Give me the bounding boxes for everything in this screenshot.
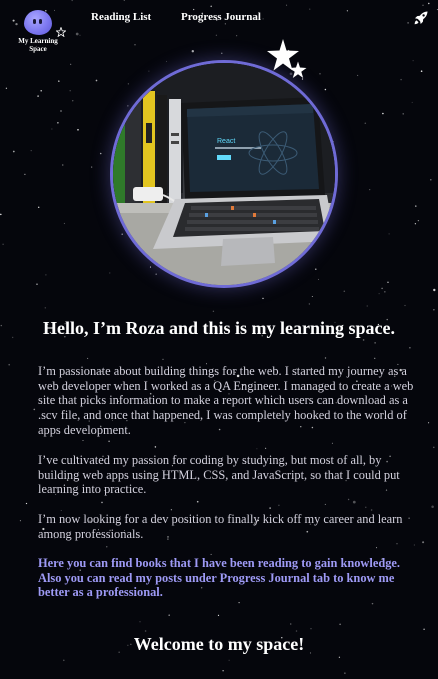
logo-mascot-icon [24,10,52,35]
laptop-photo: React [113,63,335,285]
logo[interactable]: My Learning Space [16,10,66,53]
page-greeting: Hello, I’m Roza and this is my learning … [42,318,395,338]
nav-link-progress-journal[interactable]: Progress Journal [181,11,261,23]
welcome-heading: Welcome to my space! [133,634,305,654]
logo-text: My Learning Space [18,37,58,53]
career-paragraph: I’m now looking for a dev position to fi… [38,512,403,541]
page: My Learning Space Reading List Progress … [0,0,438,679]
screen-title: React [217,138,235,145]
sparkle-star-icon [289,61,307,78]
top-nav: My Learning Space Reading List Progress … [0,0,438,60]
highlight-paragraph: Here you can find books that I have been… [38,556,401,600]
hero-photo: React [113,63,335,285]
rocket-icon[interactable] [413,10,429,26]
passion-paragraph: I’ve cultivated my passion for coding by… [38,453,400,497]
intro-paragraph: I’m passionate about building things for… [38,364,414,437]
nav-link-reading-list[interactable]: Reading List [91,11,151,23]
logo-star-icon [56,27,66,37]
